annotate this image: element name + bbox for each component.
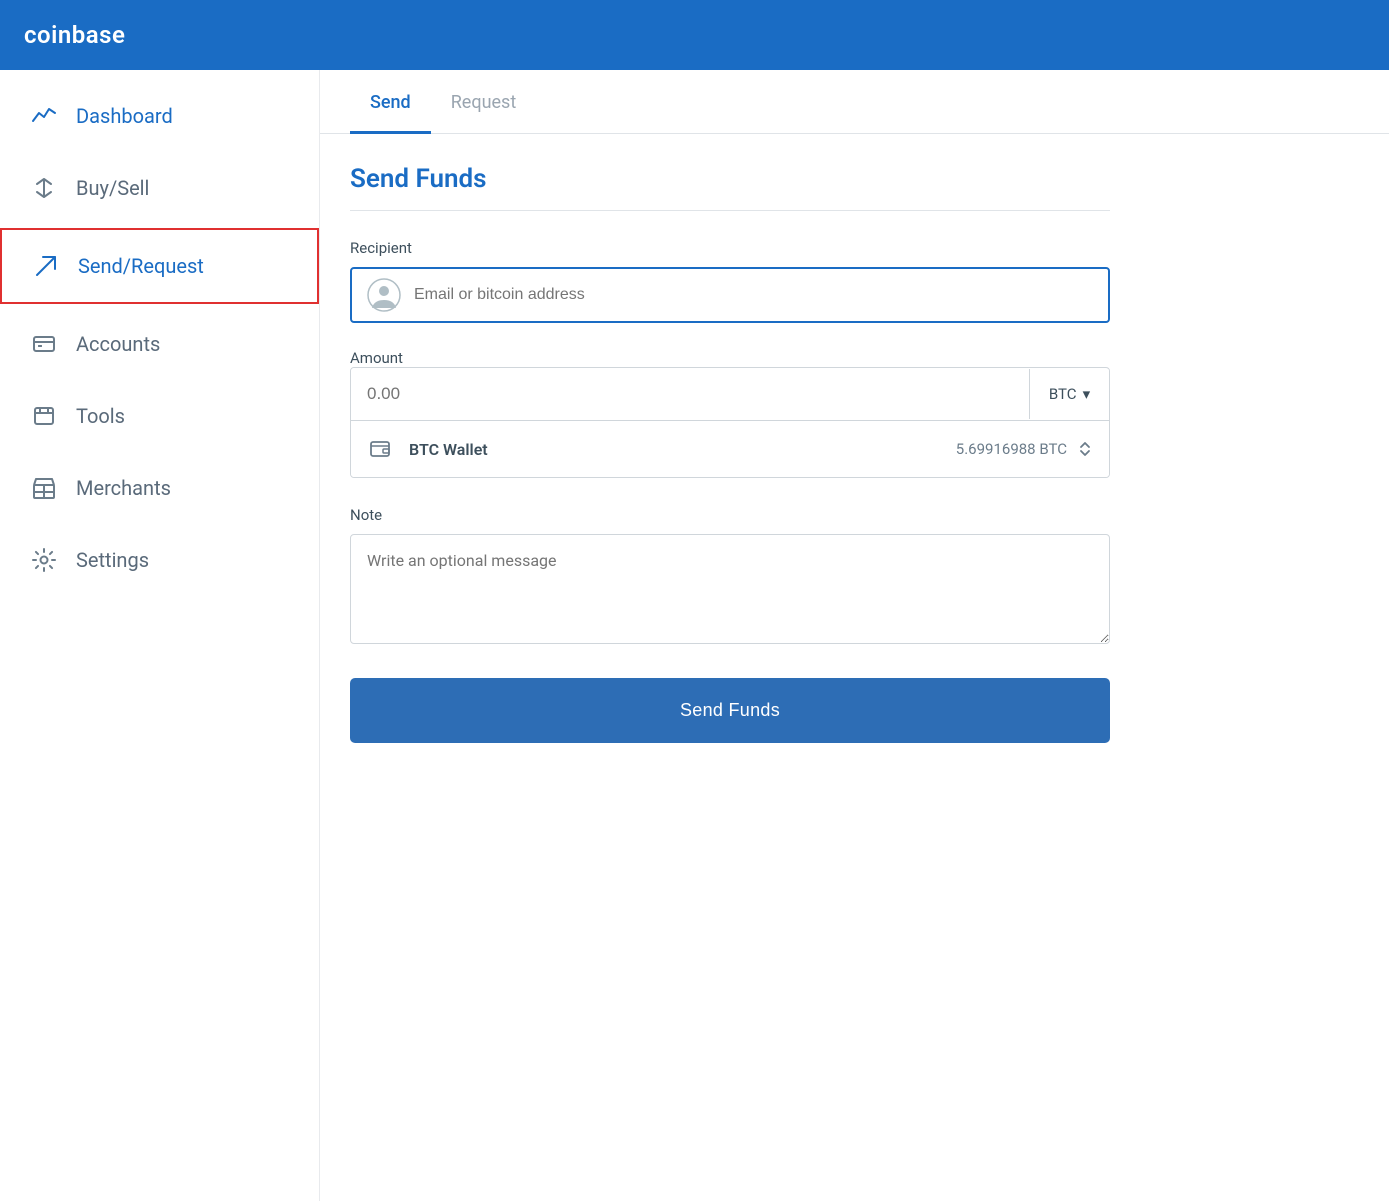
currency-select[interactable]: BTC ▾ bbox=[1029, 369, 1109, 419]
buysell-icon bbox=[30, 174, 58, 202]
wallet-row: BTC Wallet 5.69916988 BTC bbox=[351, 421, 1109, 477]
form-title: Send Funds bbox=[350, 164, 1110, 194]
note-section: Note bbox=[350, 506, 1110, 648]
app-wrapper: coinbase Dashboard bbox=[0, 0, 1389, 1201]
sidebar-item-accounts[interactable]: Accounts bbox=[0, 308, 319, 380]
sidebar-item-merchants-label: Merchants bbox=[76, 476, 171, 500]
note-textarea[interactable] bbox=[350, 534, 1110, 644]
wallet-stepper[interactable] bbox=[1077, 439, 1093, 459]
amount-row: BTC ▾ bbox=[351, 368, 1109, 421]
sidebar: Dashboard Buy/Sell bbox=[0, 70, 320, 1201]
send-icon bbox=[32, 252, 60, 280]
logo: coinbase bbox=[24, 21, 125, 49]
recipient-avatar-icon bbox=[366, 277, 402, 313]
recipient-input[interactable] bbox=[414, 286, 1094, 304]
accounts-icon bbox=[30, 330, 58, 358]
wallet-icon bbox=[367, 435, 395, 463]
sidebar-item-sendrequest[interactable]: Send/Request bbox=[0, 228, 319, 304]
sidebar-item-dashboard-label: Dashboard bbox=[76, 104, 173, 128]
settings-icon bbox=[30, 546, 58, 574]
currency-label: BTC bbox=[1049, 385, 1077, 403]
tab-send[interactable]: Send bbox=[350, 70, 431, 134]
amount-input[interactable] bbox=[351, 368, 1029, 420]
wallet-name: BTC Wallet bbox=[409, 440, 956, 459]
dashboard-icon bbox=[30, 102, 58, 130]
sidebar-item-accounts-label: Accounts bbox=[76, 332, 160, 356]
note-label: Note bbox=[350, 506, 1110, 524]
tab-request[interactable]: Request bbox=[431, 70, 537, 134]
send-funds-button[interactable]: Send Funds bbox=[350, 678, 1110, 743]
sidebar-item-buysell-label: Buy/Sell bbox=[76, 176, 149, 200]
recipient-field-wrapper[interactable] bbox=[350, 267, 1110, 323]
main-layout: Dashboard Buy/Sell bbox=[0, 70, 1389, 1201]
amount-wrapper: BTC ▾ BTC Wallet bbox=[350, 367, 1110, 478]
sidebar-item-sendrequest-label: Send/Request bbox=[78, 254, 204, 278]
tools-icon bbox=[30, 402, 58, 430]
send-form: Send Funds Recipient Amount bbox=[320, 134, 1140, 773]
sidebar-item-settings[interactable]: Settings bbox=[0, 524, 319, 596]
header: coinbase bbox=[0, 0, 1389, 70]
sidebar-item-buysell[interactable]: Buy/Sell bbox=[0, 152, 319, 224]
amount-label: Amount bbox=[350, 349, 1110, 367]
currency-chevron: ▾ bbox=[1083, 385, 1091, 403]
sidebar-item-dashboard[interactable]: Dashboard bbox=[0, 80, 319, 152]
recipient-label: Recipient bbox=[350, 239, 1110, 257]
tabs-bar: Send Request bbox=[320, 70, 1389, 134]
sidebar-item-tools[interactable]: Tools bbox=[0, 380, 319, 452]
sidebar-item-tools-label: Tools bbox=[76, 404, 125, 428]
sidebar-item-merchants[interactable]: Merchants bbox=[0, 452, 319, 524]
sidebar-item-settings-label: Settings bbox=[76, 548, 149, 572]
wallet-balance: 5.69916988 BTC bbox=[956, 440, 1067, 458]
form-divider bbox=[350, 210, 1110, 211]
merchants-icon bbox=[30, 474, 58, 502]
content-area: Send Request Send Funds Recipient bbox=[320, 70, 1389, 1201]
